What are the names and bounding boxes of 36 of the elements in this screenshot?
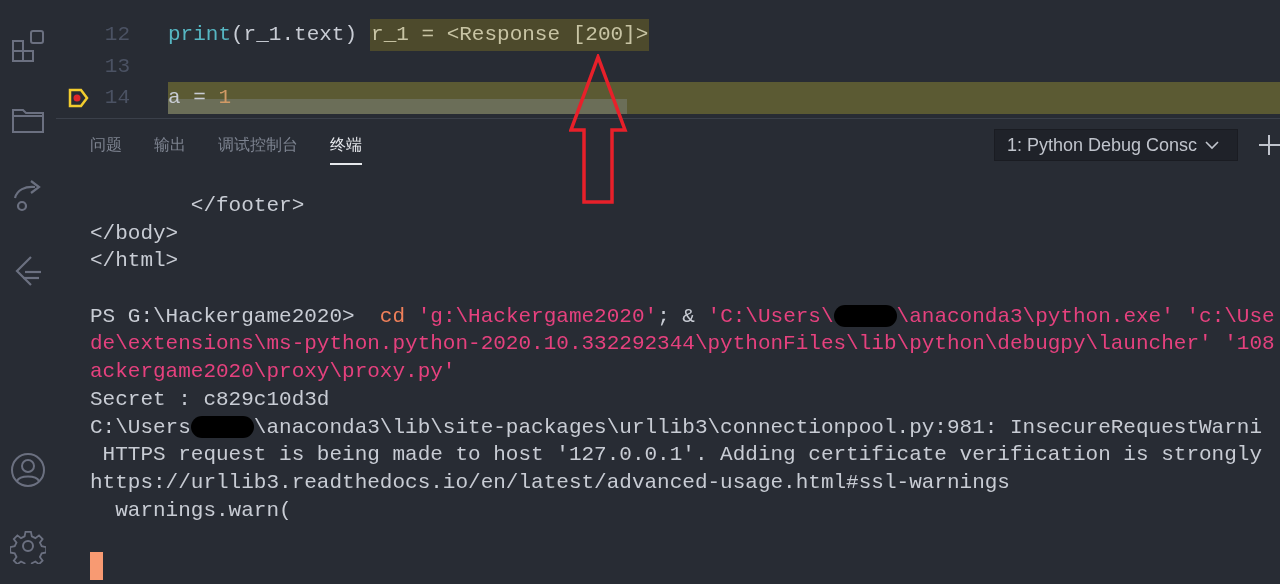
panel-tab[interactable]: 输出 xyxy=(154,125,186,165)
terminal-text: PS G:\Hackergame2020> xyxy=(90,304,356,328)
terminal-text: cd xyxy=(379,304,406,328)
add-icon[interactable] xyxy=(1258,134,1280,156)
terminal-text: https://urllib3.readthedocs.io/en/latest/advanced-usage.html#ssl-warnings xyxy=(90,470,1010,494)
terminal-text: C:\Users xyxy=(90,415,191,439)
terminal-text: 'g:\Hackergame2020' xyxy=(416,304,658,328)
terminal-dropdown[interactable]: 1: Python Debug Consc xyxy=(994,129,1238,161)
panel-tab[interactable]: 终端 xyxy=(330,125,362,165)
redaction-mark xyxy=(833,305,897,328)
terminal-text: ; & xyxy=(657,304,696,328)
panel-tab[interactable]: 问题 xyxy=(90,125,122,165)
terminal-text: de\extensions\ms-python.python-2020.10.332292344\pythonFiles\lib\python\debugpy\launcher' '108 xyxy=(90,332,1275,356)
terminal-cursor xyxy=(90,551,103,580)
terminal-text: Secret : c829c10d3d xyxy=(90,387,330,411)
terminal-text: \anaconda3\python.exe' 'c:\Use xyxy=(896,304,1275,328)
terminal-text: ackergame2020\proxy\proxy.py' xyxy=(90,360,456,384)
code-token: print xyxy=(168,22,231,48)
terminal-text: </html> xyxy=(90,249,179,273)
terminal-text: </footer> xyxy=(189,194,305,217)
terminal-text: warnings.warn( xyxy=(114,498,292,522)
inline-debug-value: r_1 = <Response [200]> xyxy=(370,19,650,51)
terminal-text: 'C:\Users\ xyxy=(707,304,834,328)
extensions-icon[interactable] xyxy=(11,29,45,63)
terminal-text: \anaconda3\lib\site-packages\urllib3\connectionpool.py:981: InsecureRequestWarni xyxy=(253,415,1262,439)
panel-tab[interactable]: 调试控制台 xyxy=(218,125,298,165)
code-token: (r_1.text) xyxy=(231,22,358,48)
breakpoint-arrow-icon[interactable] xyxy=(68,87,90,108)
terminal-text: </body> xyxy=(90,221,179,245)
redaction-mark xyxy=(190,415,254,438)
chevron-down-icon xyxy=(1205,140,1220,150)
terminal-text: HTTPS request is being made to host '127.0.0.1'. Adding certificate verification is strongly xyxy=(101,443,1262,467)
settings-icon[interactable] xyxy=(10,528,46,564)
code-token: 1 xyxy=(218,85,232,111)
code-token: a = xyxy=(168,85,207,111)
account-icon[interactable] xyxy=(10,452,46,488)
